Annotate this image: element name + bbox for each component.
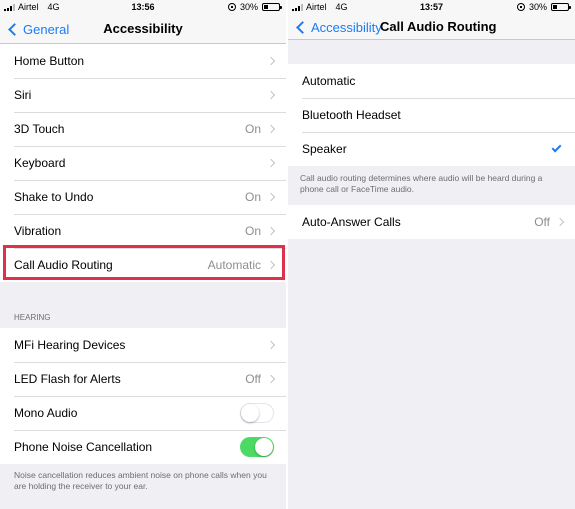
row-vibration[interactable]: Vibration On (0, 214, 286, 248)
chevron-right-icon (266, 158, 276, 168)
back-label: Accessibility (311, 19, 382, 35)
row-label: MFi Hearing Devices (14, 338, 126, 352)
chevron-right-icon (266, 260, 276, 270)
chevron-right-icon (266, 374, 276, 384)
battery-percent: 30% (528, 2, 547, 12)
row-3d-touch[interactable]: 3D Touch On (0, 112, 286, 146)
row-value: Automatic (207, 258, 261, 272)
row-label: Auto-Answer Calls (302, 214, 401, 229)
orientation-lock-icon (516, 3, 525, 11)
row-call-audio-routing[interactable]: Call Audio Routing Automatic (0, 248, 286, 282)
option-automatic[interactable]: Automatic (288, 64, 575, 98)
row-siri[interactable]: Siri (0, 78, 286, 112)
chevron-right-icon (266, 124, 276, 134)
row-value: On (244, 190, 261, 204)
chevron-right-icon (266, 340, 276, 350)
row-value: On (244, 224, 261, 238)
navigation-bar: General Accessibility (0, 14, 286, 44)
row-shake-to-undo[interactable]: Shake to Undo On (0, 180, 286, 214)
row-led-flash[interactable]: LED Flash for Alerts Off (0, 362, 286, 396)
row-value: Off (534, 214, 550, 229)
row-label: Vibration (14, 224, 62, 238)
page-title: Call Audio Routing (380, 19, 497, 34)
row-keyboard[interactable]: Keyboard (0, 146, 286, 180)
orientation-lock-icon (227, 3, 236, 11)
chevron-right-icon (266, 192, 276, 202)
chevron-right-icon (266, 56, 276, 66)
row-mono-audio: Mono Audio (0, 396, 286, 430)
noise-cancellation-footer: Noise cancellation reduces ambient noise… (14, 470, 267, 492)
chevron-right-icon (555, 217, 565, 227)
battery-icon (551, 3, 571, 11)
accessibility-screen: Airtel 4G 13:56 30% General Accessibilit… (0, 0, 286, 509)
row-label: Call Audio Routing (14, 258, 113, 272)
row-label: Siri (14, 88, 32, 102)
battery-percent: 30% (239, 2, 258, 12)
chevron-left-icon (296, 20, 309, 34)
row-mfi-hearing-devices[interactable]: MFi Hearing Devices (0, 328, 286, 362)
call-audio-routing-screen: Airtel 4G 13:57 30% Accessibility Call A… (288, 0, 575, 509)
row-label: Shake to Undo (14, 190, 94, 204)
routing-footer: Call audio routing determines where audi… (300, 173, 543, 195)
mono-audio-toggle[interactable] (240, 403, 274, 423)
row-label: Keyboard (14, 156, 66, 170)
row-label: 3D Touch (14, 122, 65, 136)
option-label: Automatic (302, 74, 356, 88)
status-bar: Airtel 4G 13:56 30% (0, 0, 286, 14)
row-phone-noise-cancellation: Phone Noise Cancellation (0, 430, 286, 464)
back-button-accessibility[interactable]: Accessibility (296, 14, 382, 40)
battery-icon (262, 3, 282, 11)
row-auto-answer-calls[interactable]: Auto-Answer Calls Off (288, 205, 575, 239)
option-speaker[interactable]: Speaker (288, 132, 575, 166)
navigation-bar: Accessibility Call Audio Routing (288, 14, 575, 40)
chevron-right-icon (266, 90, 276, 100)
row-label: Phone Noise Cancellation (14, 440, 153, 454)
row-value: Off (245, 372, 261, 386)
option-bluetooth-headset[interactable]: Bluetooth Headset (288, 98, 575, 132)
row-value: On (244, 122, 261, 136)
section-header-hearing: HEARING (14, 313, 51, 322)
option-label: Bluetooth Headset (302, 108, 401, 122)
noise-cancellation-toggle[interactable] (240, 437, 274, 457)
auto-answer-group: Auto-Answer Calls Off (288, 204, 575, 239)
page-title: Accessibility (103, 21, 183, 36)
row-home-button[interactable]: Home Button (0, 44, 286, 78)
routing-options: Automatic Bluetooth Headset Speaker (288, 64, 575, 166)
chevron-right-icon (266, 226, 276, 236)
option-label: Speaker (302, 142, 347, 156)
status-bar: Airtel 4G 13:57 30% (288, 0, 575, 14)
hearing-list: MFi Hearing Devices LED Flash for Alerts… (0, 328, 286, 464)
row-label: LED Flash for Alerts (14, 372, 121, 386)
row-label: Mono Audio (14, 406, 78, 420)
accessibility-list: Home Button Siri 3D Touch On Keyboard Sha… (0, 44, 286, 282)
row-label: Home Button (14, 54, 85, 68)
